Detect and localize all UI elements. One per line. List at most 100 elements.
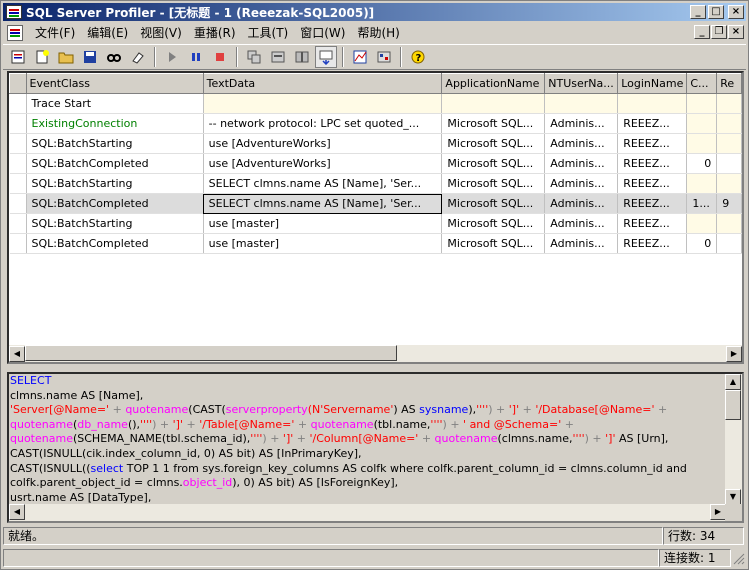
help-icon[interactable]: ? xyxy=(407,46,429,68)
scroll-right-icon[interactable]: ▶ xyxy=(726,345,742,362)
toolbar-separator xyxy=(154,47,156,67)
sql-token: '/Table[@Name=' xyxy=(199,417,295,431)
close-button[interactable]: × xyxy=(728,5,744,19)
pane-splitter[interactable] xyxy=(3,366,746,371)
menu-tools[interactable]: 工具(T) xyxy=(242,24,295,42)
autoscroll-icon[interactable] xyxy=(315,46,337,68)
new-template-icon[interactable] xyxy=(31,46,53,68)
menu-window[interactable]: 窗口(W) xyxy=(294,24,351,42)
status-bar-bottom: 连接数: 1 xyxy=(3,548,746,568)
row-gutter xyxy=(9,213,27,234)
save-icon[interactable] xyxy=(79,46,101,68)
header-cpu[interactable]: C... xyxy=(686,73,718,94)
new-trace-icon[interactable] xyxy=(7,46,29,68)
sql-token: db_name xyxy=(77,417,128,431)
table-row-selected[interactable]: SQL:BatchCompleted SELECT clmns.name AS … xyxy=(9,193,742,214)
cell-app xyxy=(441,93,546,114)
scroll-down-icon[interactable]: ▼ xyxy=(725,489,741,505)
cell-reads xyxy=(716,173,742,194)
header-reads[interactable]: Re xyxy=(716,73,742,94)
sql-token: object_id xyxy=(182,476,233,490)
templates-icon[interactable] xyxy=(267,46,289,68)
cell-eventclass: SQL:BatchStarting xyxy=(26,173,204,194)
cell-login: REEEZ... xyxy=(617,153,688,174)
cell-textdata: -- network protocol: LPC set quoted_... xyxy=(203,113,443,134)
mdi-restore-button[interactable]: ❐ xyxy=(711,25,727,39)
toolbar: ? xyxy=(3,44,746,70)
table-row[interactable]: SQL:BatchStarting use [AdventureWorks] M… xyxy=(9,133,742,154)
sql-token: ) + xyxy=(584,432,606,446)
row-gutter xyxy=(9,93,27,114)
scroll-left-icon[interactable]: ◀ xyxy=(9,345,25,362)
cell-eventclass: SQL:BatchCompleted xyxy=(26,153,204,174)
cell-eventclass: Trace Start xyxy=(26,93,204,114)
sql-line: quotename(SCHEMA_NAME(tbl.schema_id),'''… xyxy=(10,432,726,447)
table-row[interactable]: SQL:BatchCompleted use [master] Microsof… xyxy=(9,233,742,254)
sql-token: select xyxy=(90,461,124,475)
status-bar-top: 就绪。 行数: 34 xyxy=(3,526,746,546)
header-ntusername[interactable]: NTUserNa... xyxy=(544,73,619,94)
resize-grip-icon[interactable] xyxy=(731,551,745,565)
sql-token: colfk.parent_object_id = clmns. xyxy=(10,476,183,490)
sql-line: usrt.name AS [DataType], xyxy=(10,491,726,505)
cell-textdata: SELECT clmns.name AS [Name], 'Ser... xyxy=(203,173,443,194)
columns-icon[interactable] xyxy=(291,46,313,68)
grid-scroll-thumb[interactable] xyxy=(25,345,397,361)
table-row[interactable]: SQL:BatchStarting SELECT clmns.name AS [… xyxy=(9,173,742,194)
text-scroll-thumb[interactable] xyxy=(725,390,741,420)
menu-file[interactable]: 文件(F) xyxy=(29,24,81,42)
header-eventclass[interactable]: EventClass xyxy=(25,73,204,94)
cell-reads xyxy=(716,233,742,254)
cell-eventclass: ExistingConnection xyxy=(26,113,204,134)
sql-token: ']' xyxy=(508,403,520,417)
scroll-up-icon[interactable]: ▲ xyxy=(725,374,741,390)
scroll-right-icon[interactable]: ▶ xyxy=(710,504,726,520)
table-row[interactable]: Trace Start xyxy=(9,93,742,114)
cell-app: Microsoft SQL... xyxy=(441,193,546,214)
cell-login: REEEZ... xyxy=(617,173,688,194)
stop-icon[interactable] xyxy=(209,46,231,68)
menu-view[interactable]: 视图(V) xyxy=(134,24,188,42)
header-loginname[interactable]: LoginName xyxy=(617,73,688,94)
maximize-button[interactable]: □ xyxy=(708,5,724,19)
clear-icon[interactable] xyxy=(127,46,149,68)
properties-icon[interactable] xyxy=(243,46,265,68)
grid-horizontal-scrollbar[interactable]: ◀ ▶ xyxy=(9,345,742,362)
menu-help[interactable]: 帮助(H) xyxy=(351,24,405,42)
sql-token: '''' xyxy=(430,417,443,431)
text-horizontal-scrollbar[interactable]: ◀ ▶ xyxy=(9,504,726,521)
mdi-minimize-button[interactable]: _ xyxy=(694,25,710,39)
mdi-close-button[interactable]: × xyxy=(728,25,744,39)
svg-text:?: ? xyxy=(416,53,422,64)
scroll-left-icon[interactable]: ◀ xyxy=(9,504,25,520)
table-row[interactable]: ExistingConnection -- network protocol: … xyxy=(9,113,742,134)
cell-cpu xyxy=(686,213,718,234)
document-icon[interactable] xyxy=(7,24,23,41)
row-gutter xyxy=(9,153,27,174)
sql-token: quotename xyxy=(434,432,498,446)
find-icon[interactable] xyxy=(103,46,125,68)
menu-replay[interactable]: 重播(R) xyxy=(188,24,242,42)
row-gutter xyxy=(9,133,27,154)
sql-token: ) + xyxy=(442,417,464,431)
table-row[interactable]: SQL:BatchCompleted use [AdventureWorks] … xyxy=(9,153,742,174)
sql-token: SELECT xyxy=(10,374,52,387)
minimize-button[interactable]: _ xyxy=(690,5,706,19)
textdata-pane[interactable]: SELECT clmns.name AS [Name], 'Server[@Name… xyxy=(7,372,744,523)
sql-text[interactable]: SELECT clmns.name AS [Name], 'Server[@Name… xyxy=(9,374,726,505)
menu-bar: 文件(F) 编辑(E) 视图(V) 重播(R) 工具(T) 窗口(W) 帮助(H… xyxy=(3,23,746,42)
menu-edit[interactable]: 编辑(E) xyxy=(81,24,134,42)
text-vertical-scrollbar[interactable]: ▲ ▼ xyxy=(725,374,742,505)
start-icon[interactable] xyxy=(161,46,183,68)
sql-token: quotename xyxy=(10,417,73,431)
perfmon-icon[interactable] xyxy=(349,46,371,68)
options-icon[interactable] xyxy=(373,46,395,68)
sql-token: clmns.name AS [Name], xyxy=(10,388,144,402)
open-icon[interactable] xyxy=(55,46,77,68)
header-applicationname[interactable]: ApplicationName xyxy=(441,73,546,94)
sql-token: (CAST( xyxy=(188,403,226,417)
table-row[interactable]: SQL:BatchStarting use [master] Microsoft… xyxy=(9,213,742,234)
header-textdata[interactable]: TextData xyxy=(202,73,443,94)
pause-icon[interactable] xyxy=(185,46,207,68)
cell-reads xyxy=(716,153,742,174)
